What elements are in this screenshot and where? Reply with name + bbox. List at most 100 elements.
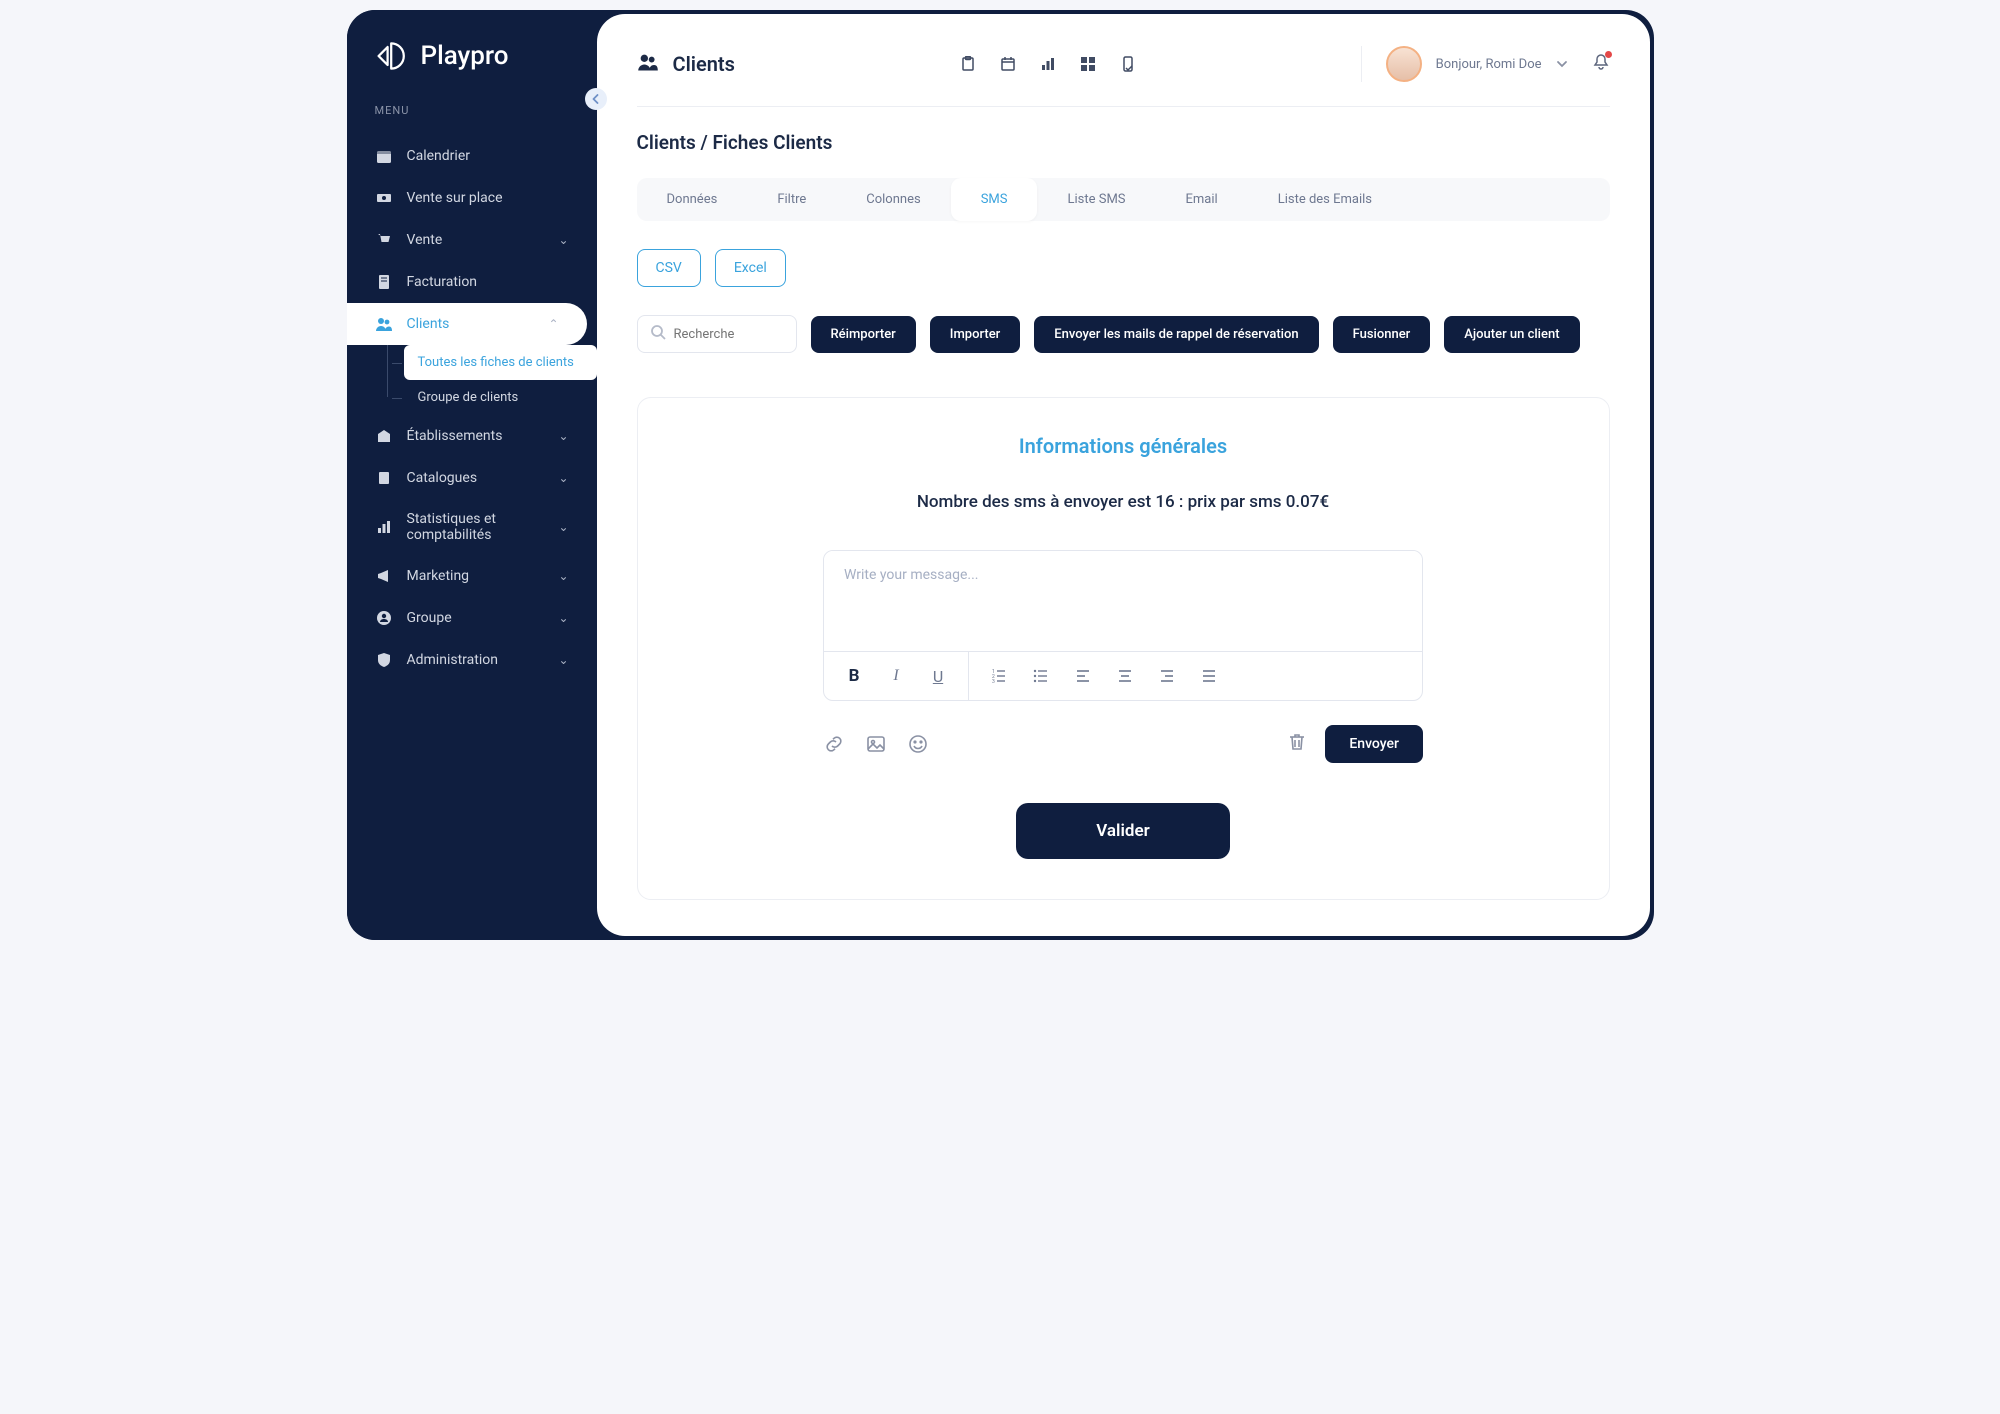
ordered-list-button[interactable]: 123 (989, 666, 1009, 686)
tab-filtre[interactable]: Filtre (747, 178, 836, 221)
tab-liste-sms[interactable]: Liste SMS (1037, 178, 1155, 221)
nav-label: Catalogues (407, 470, 478, 486)
building-icon (375, 427, 393, 445)
align-left-button[interactable] (1073, 666, 1093, 686)
nav-label: Facturation (407, 274, 478, 290)
megaphone-icon (375, 567, 393, 585)
search-box[interactable] (637, 315, 797, 353)
sidebar-item-clients[interactable]: Clients ⌃ (347, 303, 587, 345)
topbar: Clients Bonjour, Romi Doe (637, 46, 1610, 107)
align-center-button[interactable] (1115, 666, 1135, 686)
tab-email[interactable]: Email (1156, 178, 1248, 221)
send-button[interactable]: Envoyer (1325, 725, 1423, 763)
underline-button[interactable]: U (928, 666, 948, 686)
avatar[interactable] (1386, 46, 1422, 82)
delete-button[interactable] (1287, 732, 1307, 756)
chart-icon[interactable] (1039, 55, 1057, 73)
menu-label: MENU (347, 104, 597, 117)
search-icon (650, 324, 666, 344)
tab-colonnes[interactable]: Colonnes (836, 178, 950, 221)
tab-sms[interactable]: SMS (951, 178, 1038, 221)
card-title: Informations générales (682, 434, 1565, 458)
notification-dot (1605, 51, 1612, 58)
sidebar-item-stats[interactable]: Statistiques et comptabilités ⌄ (347, 499, 597, 555)
italic-button[interactable]: I (886, 666, 906, 686)
reimport-button[interactable]: Réimporter (811, 316, 916, 353)
export-excel-button[interactable]: Excel (715, 249, 786, 287)
search-input[interactable] (674, 327, 784, 342)
chevron-down-icon: ⌄ (558, 233, 568, 247)
calendar-icon[interactable] (999, 55, 1017, 73)
shield-icon (375, 651, 393, 669)
tabs: Données Filtre Colonnes SMS Liste SMS Em… (637, 178, 1610, 221)
brand-name: Playpro (421, 41, 509, 71)
book-icon (375, 469, 393, 487)
nav-label: Vente (407, 232, 443, 248)
calendar-icon (375, 147, 393, 165)
chevron-up-icon: ⌃ (548, 317, 558, 331)
sidebar-item-catalogues[interactable]: Catalogues ⌄ (347, 457, 597, 499)
chevron-down-icon: ⌄ (558, 611, 568, 625)
grid-icon[interactable] (1079, 55, 1097, 73)
topbar-shortcuts (959, 55, 1137, 73)
logo[interactable]: Playpro (347, 38, 597, 74)
nav-label: Statistiques et comptabilités (407, 511, 517, 543)
cart-icon (375, 231, 393, 249)
tab-donnees[interactable]: Données (637, 178, 748, 221)
users-icon (375, 315, 393, 333)
send-reminder-button[interactable]: Envoyer les mails de rappel de réservati… (1034, 316, 1318, 353)
clipboard-icon[interactable] (959, 55, 977, 73)
sidebar-collapse-button[interactable] (585, 88, 607, 110)
sidebar: Playpro MENU Calendrier Vente sur place … (347, 10, 597, 940)
export-csv-button[interactable]: CSV (637, 249, 701, 287)
page-title-wrap: Clients (637, 51, 735, 78)
validate-button[interactable]: Valider (1016, 803, 1229, 859)
align-right-button[interactable] (1157, 666, 1177, 686)
sidebar-item-calendrier[interactable]: Calendrier (347, 135, 597, 177)
main-content: Clients Bonjour, Romi Doe Clients / Fich (597, 14, 1650, 936)
chevron-down-icon: ⌄ (558, 653, 568, 667)
chevron-left-icon (591, 94, 601, 104)
sidebar-item-vente-sur-place[interactable]: Vente sur place (347, 177, 597, 219)
device-icon[interactable] (1119, 55, 1137, 73)
emoji-button[interactable] (907, 733, 929, 755)
image-button[interactable] (865, 733, 887, 755)
page-title: Clients (673, 52, 735, 76)
align-justify-button[interactable] (1199, 666, 1219, 686)
sidebar-item-facturation[interactable]: Facturation (347, 261, 597, 303)
chevron-down-icon: ⌄ (558, 569, 568, 583)
nav-label: Clients (407, 316, 450, 332)
unordered-list-button[interactable] (1031, 666, 1051, 686)
message-editor: B I U 123 (823, 550, 1423, 701)
sms-card: Informations générales Nombre des sms à … (637, 397, 1610, 900)
nav-label: Calendrier (407, 148, 471, 164)
sidebar-item-admin[interactable]: Administration ⌄ (347, 639, 597, 681)
sidebar-sub-groupe[interactable]: Groupe de clients (404, 380, 597, 415)
nav-label: Groupe (407, 610, 452, 626)
invoice-icon (375, 273, 393, 291)
nav-label: Marketing (407, 568, 470, 584)
chevron-down-icon[interactable] (1556, 55, 1568, 74)
bold-button[interactable]: B (844, 666, 864, 686)
add-client-button[interactable]: Ajouter un client (1444, 316, 1579, 353)
message-textarea[interactable] (824, 551, 1422, 647)
sidebar-sub-fiches[interactable]: Toutes les fiches de clients (404, 345, 597, 380)
sidebar-item-etablissements[interactable]: Établissements ⌄ (347, 415, 597, 457)
nav-label: Vente sur place (407, 190, 503, 206)
merge-button[interactable]: Fusionner (1333, 316, 1431, 353)
logo-icon (375, 38, 411, 74)
user-greeting: Bonjour, Romi Doe (1436, 57, 1542, 72)
svg-text:3: 3 (992, 679, 995, 684)
breadcrumb: Clients / Fiches Clients (637, 131, 1610, 154)
import-button[interactable]: Importer (930, 316, 1021, 353)
sidebar-item-marketing[interactable]: Marketing ⌄ (347, 555, 597, 597)
notifications-button[interactable] (1592, 53, 1610, 75)
sidebar-item-vente[interactable]: Vente ⌄ (347, 219, 597, 261)
link-button[interactable] (823, 733, 845, 755)
nav-label: Établissements (407, 428, 503, 444)
sidebar-item-groupe[interactable]: Groupe ⌄ (347, 597, 597, 639)
chevron-down-icon: ⌄ (558, 520, 568, 534)
tab-liste-emails[interactable]: Liste des Emails (1248, 178, 1402, 221)
nav-label: Administration (407, 652, 498, 668)
chevron-down-icon: ⌄ (558, 429, 568, 443)
